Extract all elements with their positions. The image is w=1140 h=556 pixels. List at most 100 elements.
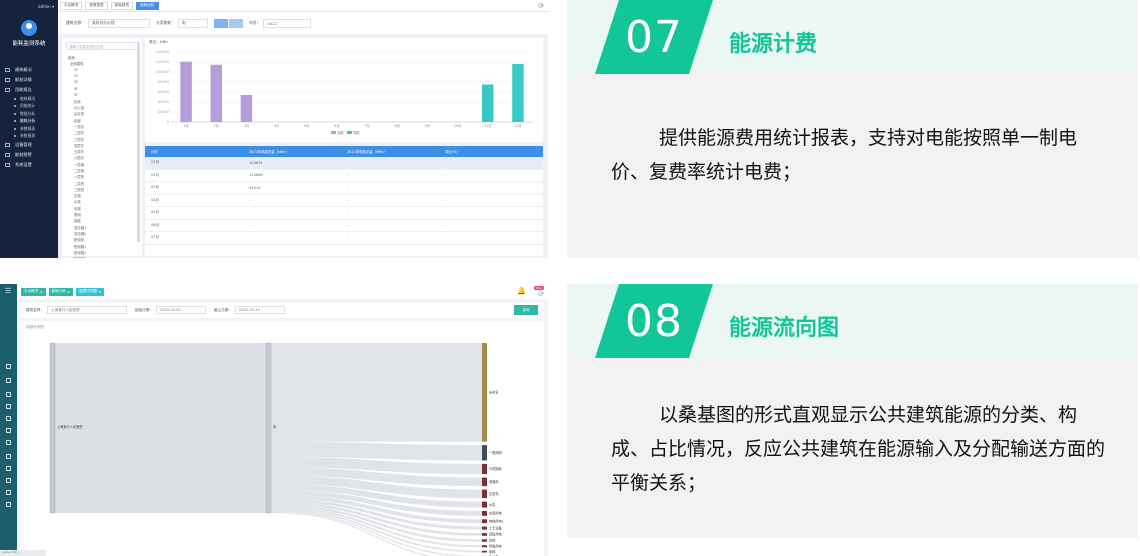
year-label: 年份： (248, 20, 261, 25)
sidebar-subitem[interactable]: 用能统计 (0, 103, 58, 111)
monitor-icon[interactable] (6, 364, 11, 369)
table-cell: - (445, 185, 447, 190)
sankey-link[interactable] (271, 343, 482, 442)
tab-active[interactable]: 能耗分析 (136, 1, 159, 10)
sankey-target-node[interactable] (482, 445, 487, 461)
table-cell: - (347, 235, 349, 240)
sidebar-item[interactable]: 能耗详情 (0, 75, 58, 85)
sidebar-subitem[interactable]: 参数报表 (0, 125, 58, 133)
chart-icon[interactable] (6, 378, 11, 383)
list-icon[interactable] (6, 404, 11, 409)
table-cell: 07月 (151, 235, 160, 240)
table-header: 月份 2022年电能总量（kWh） 2021年电能总量（kWh） 同比(%) (145, 146, 543, 157)
sankey-target-node[interactable] (482, 511, 487, 516)
sidebar-subitem-label: 能耗概况 (20, 95, 36, 101)
user-menu[interactable]: admin ▾ (0, 0, 58, 12)
tool-icon[interactable] (6, 490, 11, 495)
building-icon[interactable] (6, 440, 11, 445)
y-tick-label: 40,000 (158, 100, 169, 104)
sankey-target-node[interactable] (482, 550, 487, 553)
report-icon[interactable] (6, 392, 11, 397)
tab[interactable]: 能耗报表 (110, 1, 134, 10)
sankey-target-node[interactable] (482, 519, 487, 524)
table-cell: 02月 (151, 172, 160, 177)
sidebar-item[interactable]: 系统设置 (0, 160, 58, 170)
sankey-target-node[interactable] (482, 489, 487, 499)
chart-view-button[interactable] (213, 18, 228, 28)
table-cell: - (445, 160, 447, 165)
year-picker[interactable]: 2022 (263, 18, 312, 28)
table-view-button[interactable] (228, 18, 243, 28)
sidebar-item[interactable]: 用能报告 (0, 85, 58, 95)
table-row[interactable]: 04月 - - - (145, 195, 543, 207)
y-axis-unit: 单位：kWh (149, 39, 168, 44)
tab[interactable]: 能耗分析 × (48, 287, 74, 296)
x-tick-label: 1月 (183, 124, 188, 128)
tree-search-input[interactable]: 请输入关键字进行过滤 (66, 42, 138, 50)
bullet-icon (14, 135, 16, 138)
sankey-link[interactable] (55, 343, 266, 513)
sidebar-item[interactable]: 能耗报警 (0, 150, 58, 160)
sankey-target-node[interactable] (482, 533, 487, 536)
table-row[interactable]: 01月 120632 - - (145, 157, 543, 170)
sankey-panel: 能源流向图 未命名 一般照明 分项能耗 普通电 应急电 水泵 空调用电 电梯用电1 工艺设备 厨房… (20, 321, 544, 556)
sankey-target-node[interactable] (482, 501, 487, 508)
tab[interactable]: 参数报表 (85, 1, 108, 10)
bullet-icon (14, 97, 16, 100)
end-date-label: 截止日期： (213, 307, 232, 312)
refresh-icon[interactable]: ⟳ (538, 2, 544, 10)
sidebar-subitem-active[interactable]: 能耗分析 (0, 118, 58, 126)
bullet-icon (14, 127, 16, 130)
grid-icon[interactable] (6, 502, 11, 507)
tab-active[interactable]: 能源流向图 × (76, 287, 105, 296)
sankey-target-node[interactable] (482, 463, 487, 475)
bar (180, 61, 192, 122)
sidebar-item[interactable]: 设备管理 (0, 140, 58, 150)
table-row[interactable]: 06月 - - - (145, 220, 543, 232)
building-tree: 请输入关键字进行过滤 能耗 全部建筑 1F 2F 3F 4F 5F 机房 办公室 会议室 走廊 一层东… (62, 38, 142, 258)
table-cell: - (249, 210, 251, 215)
type-select[interactable]: 电 (177, 18, 208, 28)
table-row[interactable]: 05月 - - - (145, 207, 543, 220)
table-cell: 54014 (249, 185, 261, 190)
sidebar-subitem[interactable]: 参数报表 (0, 133, 58, 141)
energy-table: 月份 2022年电能总量（kWh） 2021年电能总量（kWh） 同比(%) 0… (145, 146, 543, 256)
sankey-target-node[interactable] (482, 539, 487, 542)
tree-node[interactable]: 配电箱3 (66, 256, 138, 258)
sankey-target-node[interactable] (482, 526, 487, 530)
tab[interactable]: 平台概况 (60, 1, 83, 10)
sidebar-subitem[interactable]: 能耗概况 (0, 95, 58, 103)
building-label: 建筑名称： (66, 20, 85, 25)
table-row[interactable]: 07月 - - - (145, 232, 543, 245)
sankey-target-node[interactable] (482, 545, 487, 548)
sidebar-subitem[interactable]: 数据分析 (0, 110, 58, 118)
sankey-target-label: 电梯 (489, 549, 496, 554)
sidebar-item[interactable]: 建筑概况 (0, 65, 58, 75)
pin-icon[interactable] (6, 466, 11, 471)
gear-icon[interactable] (6, 416, 11, 421)
sankey-target-node[interactable] (482, 477, 487, 487)
end-date-picker[interactable]: 2022-04-19 (234, 306, 285, 314)
tree-scrollbar[interactable] (137, 42, 140, 242)
sankey-target-node[interactable] (482, 343, 487, 442)
tag-icon[interactable] (6, 454, 11, 459)
tab[interactable]: 平台概况 × (21, 287, 46, 296)
start-date-picker[interactable]: 2022-04-01 (155, 306, 206, 314)
panel-number: 07 (625, 11, 683, 63)
table-row[interactable]: 03月 54014 - - (145, 182, 543, 195)
legend-label: 当期 (337, 130, 343, 135)
refresh-icon[interactable]: ⟳ (538, 290, 544, 298)
energy-report-screenshot: admin ▾ 能耗监测系统 建筑概况 能耗详情 用能报告 能耗概况 用能统计 … (0, 0, 548, 258)
bell-icon[interactable]: 🔔 (517, 287, 526, 295)
user-icon[interactable] (6, 428, 11, 433)
building-select[interactable]: 上海某行人民医院 (46, 306, 127, 314)
sankey-middle-node[interactable] (265, 342, 272, 514)
query-button[interactable]: 查询 (514, 305, 538, 315)
doc-icon[interactable] (6, 478, 11, 483)
bar-chart-svg: 单位：kWh 0 20,000 40,000 60,000 80,000 100,000 12… (149, 39, 533, 135)
building-select[interactable]: 某科技办公楼 (87, 18, 150, 28)
sankey-target-label: 普通电 (489, 479, 499, 484)
table-row[interactable]: 02月 114648 - - (145, 170, 543, 182)
menu-icon[interactable]: ☰ (5, 287, 11, 295)
sankey-source-node[interactable] (49, 342, 56, 514)
